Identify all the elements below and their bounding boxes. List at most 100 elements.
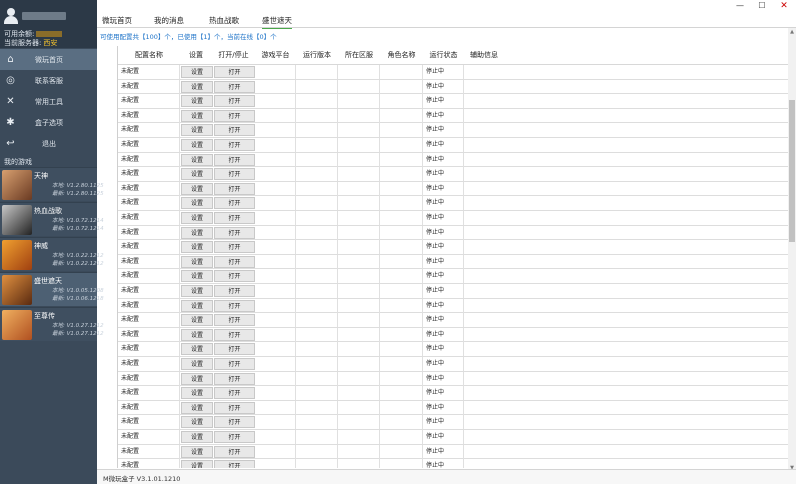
table-row[interactable]: 未配置 设置 打开 停止中 [118, 371, 788, 387]
open-button[interactable]: 打开 [214, 445, 255, 458]
table-row[interactable]: 未配置 设置 打开 停止中 [118, 298, 788, 314]
settings-button[interactable]: 设置 [181, 416, 213, 429]
table-row[interactable]: 未配置 设置 打开 停止中 [118, 342, 788, 357]
table-row[interactable]: 未配置 设置 打开 停止中 [118, 240, 788, 255]
settings-button[interactable]: 设置 [181, 343, 213, 356]
user-avatar-icon[interactable] [4, 8, 18, 24]
settings-button[interactable]: 设置 [181, 197, 213, 210]
tab-home[interactable]: 微玩首页 [102, 15, 132, 26]
open-button[interactable]: 打开 [214, 124, 255, 137]
settings-button[interactable]: 设置 [181, 124, 213, 137]
settings-button[interactable]: 设置 [181, 226, 213, 239]
settings-button[interactable]: 设置 [181, 358, 213, 370]
open-button[interactable]: 打开 [214, 109, 255, 122]
open-button[interactable]: 打开 [214, 314, 255, 327]
open-button[interactable]: 打开 [214, 285, 255, 297]
vertical-scrollbar[interactable]: ▲ ▼ [788, 28, 796, 472]
open-button[interactable]: 打开 [214, 168, 255, 181]
settings-button[interactable]: 设置 [181, 314, 213, 327]
open-button[interactable]: 打开 [214, 226, 255, 239]
game-item-rexuezhange[interactable]: 热血战歌 本地: V1.0.72.1214 最新: V1.0.72.1214 [0, 202, 104, 236]
settings-button[interactable]: 设置 [181, 255, 213, 268]
table-row[interactable]: 未配置 设置 打开 停止中 [118, 211, 788, 226]
table-row[interactable]: 未配置 设置 打开 停止中 [118, 181, 788, 197]
table-row[interactable]: 未配置 设置 打开 停止中 [118, 123, 788, 138]
settings-button[interactable]: 设置 [181, 212, 213, 224]
table-row[interactable]: 未配置 设置 打开 停止中 [118, 108, 788, 124]
open-button[interactable]: 打开 [214, 66, 255, 78]
scroll-up-icon[interactable]: ▲ [788, 28, 796, 36]
table-row[interactable]: 未配置 设置 打开 停止中 [118, 459, 788, 468]
game-item-tianshen[interactable]: 天神 本地: V1.2.80.1125 最新: V1.2.80.1125 [0, 167, 104, 201]
scrollbar-thumb[interactable] [789, 100, 795, 242]
open-button[interactable]: 打开 [214, 182, 255, 195]
open-button[interactable]: 打开 [214, 343, 255, 356]
settings-button[interactable]: 设置 [181, 270, 213, 283]
open-button[interactable]: 打开 [214, 460, 255, 468]
table-row[interactable]: 未配置 设置 打开 停止中 [118, 167, 788, 182]
open-button[interactable]: 打开 [214, 328, 255, 341]
table-row[interactable]: 未配置 设置 打开 停止中 [118, 152, 788, 168]
table-row[interactable]: 未配置 设置 打开 停止中 [118, 430, 788, 445]
open-button[interactable]: 打开 [214, 80, 255, 93]
table-row[interactable]: 未配置 设置 打开 停止中 [118, 400, 788, 416]
settings-button[interactable]: 设置 [181, 66, 213, 78]
open-button[interactable]: 打开 [214, 431, 255, 443]
close-button[interactable]: ✕ [774, 0, 794, 12]
open-button[interactable]: 打开 [214, 358, 255, 370]
game-item-zhizunchuan[interactable]: 至尊传 本地: V1.0.27.1212 最新: V1.0.27.1212 [0, 307, 104, 341]
open-button[interactable]: 打开 [214, 241, 255, 254]
open-button[interactable]: 打开 [214, 153, 255, 166]
settings-button[interactable]: 设置 [181, 431, 213, 443]
settings-button[interactable]: 设置 [181, 168, 213, 181]
open-button[interactable]: 打开 [214, 95, 255, 108]
nav-item-tools[interactable]: ✕ 常用工具 [0, 91, 97, 112]
open-button[interactable]: 打开 [214, 299, 255, 312]
table-row[interactable]: 未配置 设置 打开 停止中 [118, 415, 788, 430]
open-button[interactable]: 打开 [214, 270, 255, 283]
table-row[interactable]: 未配置 设置 打开 停止中 [118, 386, 788, 401]
server-value[interactable]: 西安 [43, 39, 57, 47]
table-row[interactable]: 未配置 设置 打开 停止中 [118, 225, 788, 241]
table-row[interactable]: 未配置 设置 打开 停止中 [118, 94, 788, 109]
tab-rexuezhange[interactable]: 热血战歌 [209, 15, 239, 26]
table-row[interactable]: 未配置 设置 打开 停止中 [118, 269, 788, 284]
nav-item-exit[interactable]: ↩ 退出 [0, 133, 97, 154]
settings-button[interactable]: 设置 [181, 80, 213, 93]
settings-button[interactable]: 设置 [181, 285, 213, 297]
tab-messages[interactable]: 我的消息 [154, 15, 184, 26]
settings-button[interactable]: 设置 [181, 182, 213, 195]
open-button[interactable]: 打开 [214, 387, 255, 400]
settings-button[interactable]: 设置 [181, 299, 213, 312]
settings-button[interactable]: 设置 [181, 153, 213, 166]
game-item-shenwei[interactable]: 神威 本地: V1.0.22.1212 最新: V1.0.22.1212 [0, 237, 104, 271]
table-row[interactable]: 未配置 设置 打开 停止中 [118, 357, 788, 372]
table-row[interactable]: 未配置 设置 打开 停止中 [118, 65, 788, 80]
settings-button[interactable]: 设置 [181, 460, 213, 468]
table-row[interactable]: 未配置 设置 打开 停止中 [118, 254, 788, 270]
minimize-button[interactable]: — [730, 0, 750, 12]
open-button[interactable]: 打开 [214, 212, 255, 224]
table-row[interactable]: 未配置 设置 打开 停止中 [118, 284, 788, 299]
open-button[interactable]: 打开 [214, 139, 255, 151]
settings-button[interactable]: 设置 [181, 401, 213, 414]
nav-item-contact[interactable]: ◎ 联系客服 [0, 70, 97, 91]
nav-item-options[interactable]: ✱ 盒子选项 [0, 112, 97, 133]
open-button[interactable]: 打开 [214, 197, 255, 210]
settings-button[interactable]: 设置 [181, 328, 213, 341]
settings-button[interactable]: 设置 [181, 241, 213, 254]
settings-button[interactable]: 设置 [181, 109, 213, 122]
maximize-button[interactable]: ☐ [752, 0, 772, 12]
game-item-shengshizhetian[interactable]: 盛世遮天 本地: V1.0.05.1208 最新: V1.0.06.1218 [0, 272, 104, 306]
open-button[interactable]: 打开 [214, 372, 255, 385]
settings-button[interactable]: 设置 [181, 445, 213, 458]
settings-button[interactable]: 设置 [181, 372, 213, 385]
open-button[interactable]: 打开 [214, 401, 255, 414]
tab-shengshizhetian[interactable]: 盛世遮天 [262, 15, 292, 29]
table-row[interactable]: 未配置 设置 打开 停止中 [118, 196, 788, 211]
open-button[interactable]: 打开 [214, 416, 255, 429]
settings-button[interactable]: 设置 [181, 139, 213, 151]
table-row[interactable]: 未配置 设置 打开 停止中 [118, 327, 788, 343]
settings-button[interactable]: 设置 [181, 387, 213, 400]
table-row[interactable]: 未配置 设置 打开 停止中 [118, 444, 788, 460]
